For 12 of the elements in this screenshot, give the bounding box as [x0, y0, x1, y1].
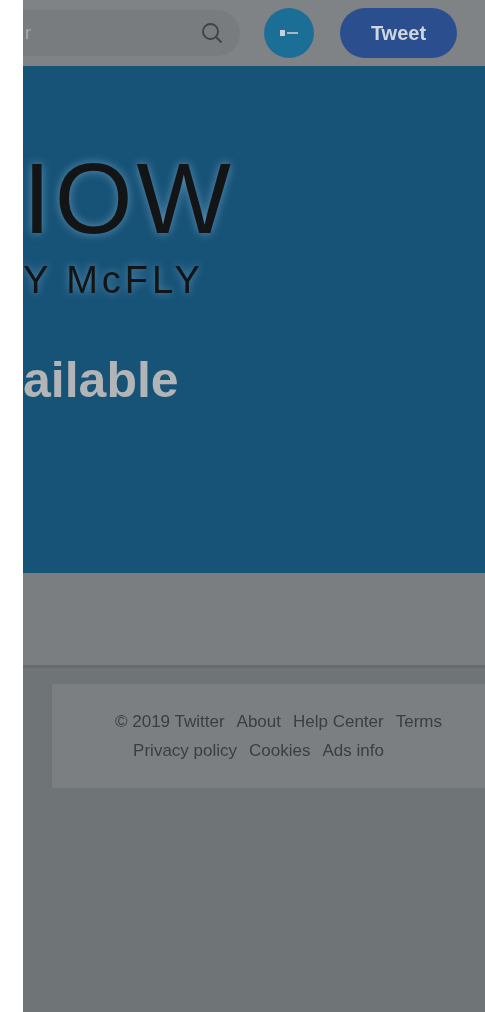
footer-link[interactable]: Terms [395, 708, 442, 734]
footer-link[interactable]: Help Center [293, 708, 384, 734]
banner-subtitle: Y McFLY [23, 260, 204, 300]
banner-tagline: ailable [23, 352, 179, 408]
tweet-button[interactable]: Tweet [340, 8, 457, 58]
search-icon [200, 21, 224, 45]
footer-link[interactable]: Ads info [322, 738, 384, 764]
copyright-text: © 2019 Twitter [115, 710, 225, 733]
footer-link[interactable]: Cookies [249, 738, 311, 764]
footer-link[interactable]: About [236, 708, 281, 734]
footer-link[interactable]: Privacy policy [133, 738, 238, 764]
banner-headline: IOW [23, 148, 235, 248]
